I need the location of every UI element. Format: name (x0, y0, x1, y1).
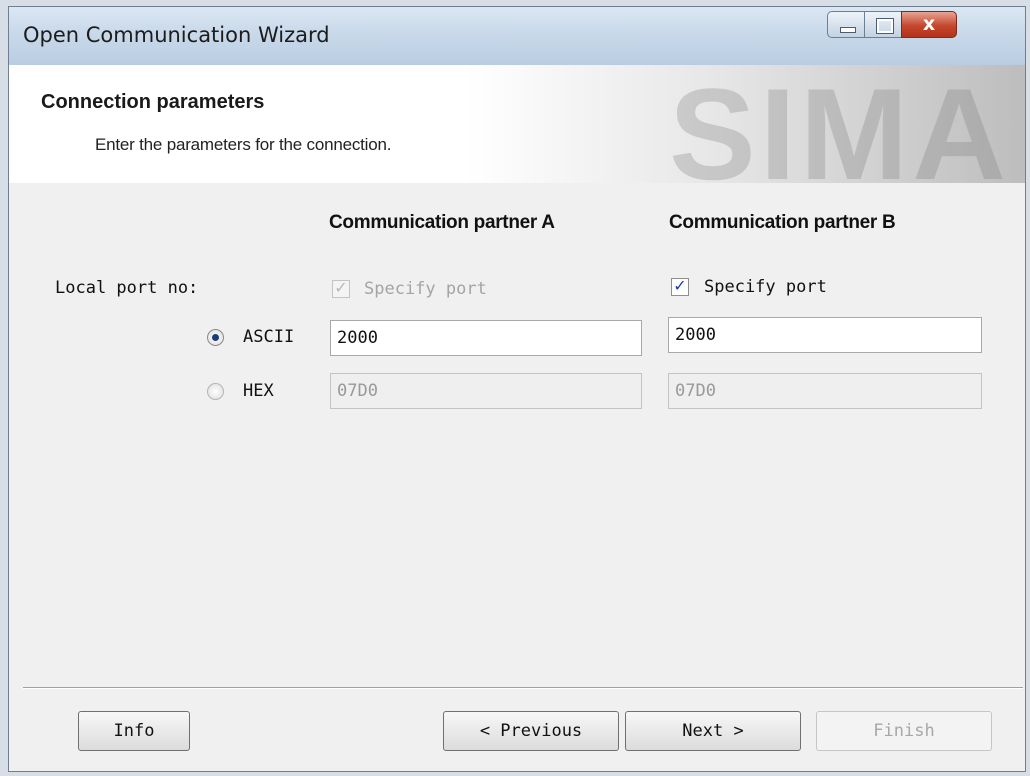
partner-a-specify-port-checkbox[interactable]: ✓ (332, 278, 350, 298)
ascii-label: ASCII (243, 327, 295, 347)
local-port-label: Local port no: (55, 278, 199, 298)
close-icon: x (922, 13, 936, 35)
minimize-button[interactable] (827, 11, 865, 38)
close-button[interactable]: x (901, 11, 957, 38)
maximize-button[interactable] (864, 11, 902, 38)
partner-b-specify-port-label: Specify port (704, 277, 827, 297)
maximize-icon (876, 18, 894, 34)
partner-b-specify-port-checkbox[interactable]: ✓ (671, 276, 689, 296)
partner-b-hex-port-input[interactable]: 07D0 (668, 373, 982, 409)
radio-selected-icon (212, 334, 219, 341)
info-button[interactable]: Info (78, 711, 190, 751)
check-icon: ✓ (673, 276, 687, 295)
footer-divider-highlight (23, 688, 1023, 689)
previous-button[interactable]: < Previous (443, 711, 619, 751)
ascii-radio[interactable] (207, 329, 224, 346)
finish-button[interactable]: Finish (816, 711, 992, 751)
partner-a-specify-port-label: Specify port (364, 279, 487, 299)
next-button[interactable]: Next > (625, 711, 801, 751)
check-icon: ✓ (334, 278, 348, 297)
hex-label: HEX (243, 381, 274, 401)
partner-a-hex-port-input[interactable]: 07D0 (330, 373, 642, 409)
page-subtitle: Enter the parameters for the connection. (95, 135, 392, 154)
wizard-window: Open Communication Wizard x SIMA Connect… (8, 6, 1026, 772)
partner-a-ascii-port-input[interactable]: 2000 (330, 320, 642, 356)
partner-b-heading: Communication partner B (669, 212, 896, 233)
page-title: Connection parameters (41, 91, 265, 113)
partner-b-ascii-port-input[interactable]: 2000 (668, 317, 982, 353)
hex-radio[interactable] (207, 383, 224, 400)
minimize-icon (840, 27, 856, 33)
title-bar[interactable]: Open Communication Wizard x (9, 7, 1025, 65)
brand-watermark: SIMA (669, 65, 1010, 183)
partner-a-heading: Communication partner A (329, 212, 555, 233)
window-title: Open Communication Wizard (23, 23, 330, 47)
wizard-header: SIMA Connection parameters Enter the par… (9, 65, 1025, 183)
